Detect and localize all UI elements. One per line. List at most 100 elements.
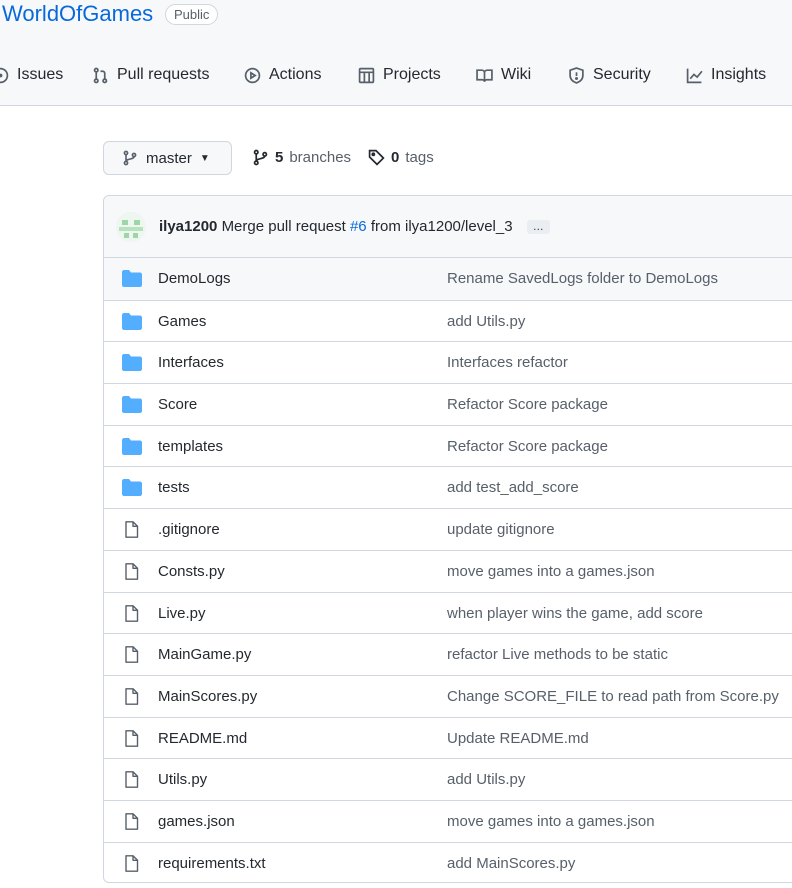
file-name-link[interactable]: Games xyxy=(158,313,206,330)
tab-label: Projects xyxy=(383,66,441,83)
branch-select-button[interactable]: master ▼ xyxy=(103,141,232,175)
file-name-link[interactable]: Interfaces xyxy=(158,354,224,371)
file-row: Interfaces Interfaces refactor xyxy=(104,341,792,383)
file-commit-message-link[interactable]: move games into a games.json xyxy=(447,813,655,830)
file-name-link[interactable]: README.md xyxy=(158,730,247,747)
tab-actions[interactable]: Actions xyxy=(244,66,321,84)
pull-request-icon xyxy=(93,67,108,83)
branches-count: 5 xyxy=(275,149,284,166)
file-commit-message-link[interactable]: Update README.md xyxy=(447,730,589,747)
file-name-link[interactable]: Live.py xyxy=(158,605,206,622)
file-icon xyxy=(122,604,142,622)
file-row: DemoLogs Rename SavedLogs folder to DemoL… xyxy=(104,258,792,300)
folder-icon xyxy=(122,479,142,497)
file-name-link[interactable]: MainScores.py xyxy=(158,688,257,705)
insights-icon xyxy=(686,68,703,83)
file-commit-message-link[interactable]: Change SCORE_FILE to read path from Scor… xyxy=(447,688,779,705)
file-row: Live.py when player wins the game, add sc… xyxy=(104,591,792,634)
shield-icon xyxy=(569,66,584,84)
file-name-link[interactable]: templates xyxy=(158,438,223,455)
file-row: MainGame.py refactor Live methods to be s… xyxy=(104,633,792,675)
commit-message-suffix[interactable]: from ilya1200/level_3 xyxy=(371,218,513,235)
file-name-link[interactable]: MainGame.py xyxy=(158,646,251,663)
file-browser: ilya1200 Merge pull request #6 from ilya… xyxy=(103,195,792,883)
wiki-icon xyxy=(476,68,493,82)
expand-commit-button[interactable]: … xyxy=(526,220,550,235)
file-row: Utils.py add Utils.py xyxy=(104,758,792,800)
file-row: Consts.py move games into a games.json xyxy=(104,549,792,592)
file-commit-message-link[interactable]: add Utils.py xyxy=(447,313,525,330)
branches-label: branches xyxy=(289,149,352,166)
file-commit-message-link[interactable]: when player wins the game, add score xyxy=(447,605,703,622)
tags-link[interactable]: 0 tags xyxy=(368,149,434,166)
file-row: requirements.txt add MainScores.py xyxy=(104,841,792,882)
projects-icon xyxy=(358,67,375,83)
file-commit-message-link[interactable]: Interfaces refactor xyxy=(447,354,568,371)
tags-count: 0 xyxy=(391,149,400,166)
repo-header: WorldOfGames Public Issues Pull requests… xyxy=(0,0,792,106)
branch-icon xyxy=(123,150,137,166)
file-commit-message-link[interactable]: update gitignore xyxy=(447,521,555,538)
folder-icon xyxy=(122,437,142,455)
latest-commit-bar: ilya1200 Merge pull request #6 from ilya… xyxy=(104,196,792,258)
tab-label: Actions xyxy=(269,66,322,83)
folder-icon xyxy=(122,396,142,414)
repo-name-link[interactable]: WorldOfGames xyxy=(2,1,153,27)
file-icon xyxy=(122,521,142,539)
file-row: tests add test_add_score xyxy=(104,466,792,508)
tab-label: Wiki xyxy=(501,66,532,83)
caret-down-icon: ▼ xyxy=(199,152,210,164)
file-commit-message-link[interactable]: Refactor Score package xyxy=(447,438,608,455)
file-row: templates Refactor Score package xyxy=(104,424,792,467)
file-name-link[interactable]: DemoLogs xyxy=(158,270,231,287)
file-commit-message-link[interactable]: add Utils.py xyxy=(447,771,525,788)
file-name-link[interactable]: requirements.txt xyxy=(158,855,266,872)
tab-insights[interactable]: Insights xyxy=(686,66,766,84)
tags-label: tags xyxy=(405,149,434,166)
file-icon xyxy=(122,813,142,830)
tab-projects[interactable]: Projects xyxy=(358,66,441,84)
file-icon xyxy=(122,687,142,705)
commit-message-prefix[interactable]: Merge pull request xyxy=(222,218,346,235)
file-icon xyxy=(122,854,142,872)
issues-icon xyxy=(0,67,9,83)
tab-wiki[interactable]: Wiki xyxy=(476,66,531,84)
commit-author[interactable]: ilya1200 xyxy=(159,218,217,235)
branches-link[interactable]: 5 branches xyxy=(252,149,351,166)
tab-issues[interactable]: Issues xyxy=(0,66,63,84)
file-row: MainScores.py Change SCORE_FILE to read p… xyxy=(104,674,792,717)
avatar[interactable] xyxy=(116,212,146,242)
tab-label: Pull requests xyxy=(117,66,210,83)
visibility-badge: Public xyxy=(165,4,219,25)
file-row: games.json move games into a games.json xyxy=(104,799,792,842)
file-icon xyxy=(122,771,142,789)
file-name-link[interactable]: Utils.py xyxy=(158,771,207,788)
file-name-link[interactable]: tests xyxy=(158,479,190,496)
file-commit-message-link[interactable]: add test_add_score xyxy=(447,479,579,496)
file-commit-message-link[interactable]: refactor Live methods to be static xyxy=(447,646,668,663)
tab-security[interactable]: Security xyxy=(568,66,651,84)
branch-name: master xyxy=(146,149,192,167)
tab-pull-requests[interactable]: Pull requests xyxy=(92,66,210,84)
tab-label: Issues xyxy=(17,66,64,83)
file-commit-message-link[interactable]: move games into a games.json xyxy=(447,563,655,580)
folder-icon xyxy=(122,312,142,330)
tab-label: Security xyxy=(593,66,651,83)
pull-request-link[interactable]: #6 xyxy=(350,218,367,235)
folder-icon xyxy=(122,354,142,372)
commit-summary: ilya1200 Merge pull request #6 from ilya… xyxy=(159,218,550,235)
actions-icon xyxy=(244,67,261,83)
file-icon xyxy=(122,729,142,747)
file-name-link[interactable]: .gitignore xyxy=(158,521,220,538)
file-row: Games add Utils.py xyxy=(104,299,792,342)
file-commit-message-link[interactable]: Rename SavedLogs folder to DemoLogs xyxy=(447,270,718,287)
file-name-link[interactable]: Score xyxy=(158,396,197,413)
branch-icon xyxy=(253,149,268,166)
file-name-link[interactable]: games.json xyxy=(158,813,235,830)
file-icon xyxy=(122,646,142,664)
file-icon xyxy=(122,562,142,580)
identicon-icon xyxy=(116,212,146,242)
file-commit-message-link[interactable]: Refactor Score package xyxy=(447,396,608,413)
file-name-link[interactable]: Consts.py xyxy=(158,563,225,580)
file-commit-message-link[interactable]: add MainScores.py xyxy=(447,855,575,872)
